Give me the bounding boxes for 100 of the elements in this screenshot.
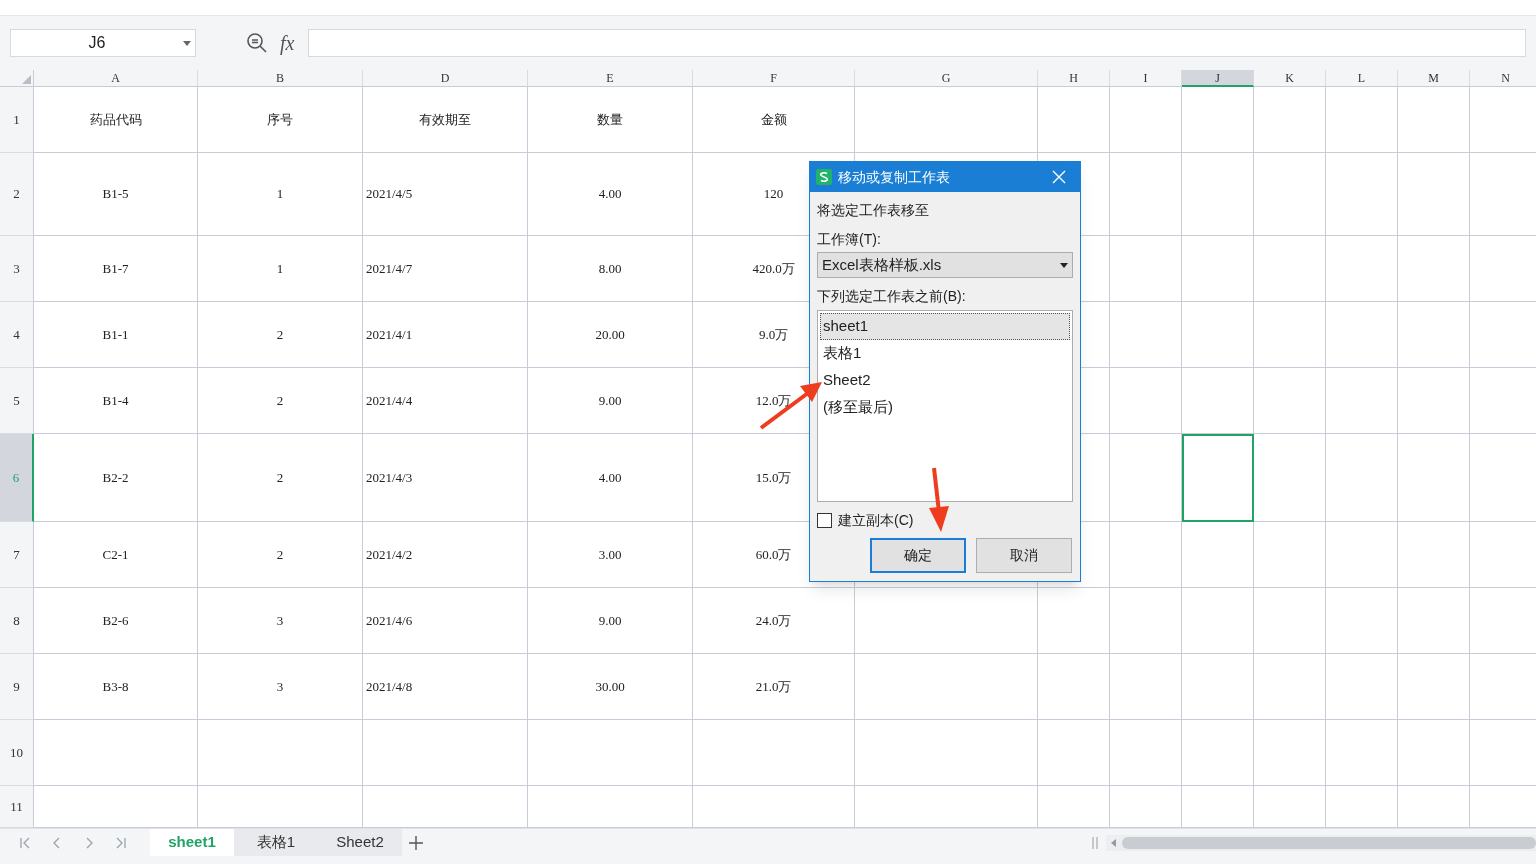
table-cell	[1182, 522, 1254, 588]
table-cell	[1326, 588, 1398, 654]
table-cell: B1-4	[34, 368, 198, 434]
column-header[interactable]: L	[1326, 70, 1398, 87]
column-header[interactable]: J	[1182, 70, 1254, 87]
table-cell: 2021/4/1	[363, 302, 528, 368]
formula-input[interactable]	[308, 29, 1526, 57]
list-item[interactable]: sheet1	[820, 313, 1070, 340]
close-icon[interactable]	[1052, 170, 1066, 184]
table-cell: 20.00	[528, 302, 693, 368]
column-header[interactable]: F	[693, 70, 855, 87]
table-cell: B1-5	[34, 153, 198, 236]
table-cell	[1398, 588, 1470, 654]
table-cell	[1398, 368, 1470, 434]
row-header[interactable]: 11	[0, 786, 34, 828]
function-label[interactable]: fx	[280, 28, 295, 58]
table-cell: B1-1	[34, 302, 198, 368]
table-cell: 2021/4/7	[363, 236, 528, 302]
sheet-tab[interactable]: Sheet2	[318, 829, 402, 856]
table-cell	[1254, 588, 1326, 654]
caret-icon	[1060, 262, 1068, 268]
column-header[interactable]: K	[1254, 70, 1326, 87]
table-cell: 数量	[528, 87, 693, 153]
table-cell	[1254, 522, 1326, 588]
row-header[interactable]: 9	[0, 654, 34, 720]
table-cell	[1110, 302, 1182, 368]
table-cell: 3.00	[528, 522, 693, 588]
table-cell: B2-2	[34, 434, 198, 522]
row-header[interactable]: 7	[0, 522, 34, 588]
table-cell: C2-1	[34, 522, 198, 588]
table-cell: 1	[198, 153, 363, 236]
column-header[interactable]: N	[1470, 70, 1536, 87]
table-cell	[1254, 654, 1326, 720]
cancel-button[interactable]: 取消	[976, 538, 1072, 573]
table-cell	[1326, 302, 1398, 368]
table-cell: 9.00	[528, 368, 693, 434]
table-cell: 有效期至	[363, 87, 528, 153]
table-cell	[1254, 302, 1326, 368]
row-header[interactable]: 1	[0, 87, 34, 153]
sheet-listbox[interactable]: sheet1 表格1 Sheet2 (移至最后)	[817, 310, 1073, 502]
table-cell	[1110, 236, 1182, 302]
table-cell	[1182, 368, 1254, 434]
scroll-left-icon[interactable]	[1110, 838, 1118, 847]
column-header[interactable]: A	[34, 70, 198, 87]
zoom-icon[interactable]	[246, 32, 268, 54]
last-sheet-icon[interactable]	[114, 835, 128, 850]
table-cell: 2	[198, 522, 363, 588]
table-cell	[1398, 720, 1470, 786]
table-cell: 2021/4/6	[363, 588, 528, 654]
name-box[interactable]: J6	[10, 29, 196, 57]
table-cell	[1038, 87, 1110, 153]
table-cell	[1110, 720, 1182, 786]
column-header[interactable]: I	[1110, 70, 1182, 87]
column-header[interactable]: M	[1398, 70, 1470, 87]
table-cell	[1038, 654, 1110, 720]
row-header[interactable]: 10	[0, 720, 34, 786]
table-cell: 2021/4/5	[363, 153, 528, 236]
select-all-corner[interactable]	[0, 70, 34, 87]
table-cell	[1326, 720, 1398, 786]
table-cell	[1398, 302, 1470, 368]
checkbox[interactable]	[817, 513, 832, 528]
table-cell	[1398, 236, 1470, 302]
table-cell	[1110, 654, 1182, 720]
scrollbar-thumb[interactable]	[1122, 836, 1536, 849]
table-cell: 2021/4/8	[363, 654, 528, 720]
row-header[interactable]: 8	[0, 588, 34, 654]
table-cell	[1182, 87, 1254, 153]
ok-button[interactable]: 确定	[870, 538, 966, 573]
column-header[interactable]: E	[528, 70, 693, 87]
table-cell: 9.00	[528, 588, 693, 654]
table-cell: 8.00	[528, 236, 693, 302]
sheet-tab[interactable]: 表格1	[234, 829, 318, 856]
column-header[interactable]: B	[198, 70, 363, 87]
table-cell: B1-7	[34, 236, 198, 302]
table-cell	[1110, 588, 1182, 654]
table-cell: 3	[198, 654, 363, 720]
table-cell	[1038, 588, 1110, 654]
row-header[interactable]: 3	[0, 236, 34, 302]
workbook-dropdown[interactable]: Excel表格样板.xls	[817, 252, 1073, 278]
column-header[interactable]: D	[363, 70, 528, 87]
column-header[interactable]: H	[1038, 70, 1110, 87]
table-cell	[1182, 654, 1254, 720]
annotation-arrow	[926, 466, 952, 534]
table-cell: 2	[198, 368, 363, 434]
row-header[interactable]: 4	[0, 302, 34, 368]
table-cell	[1182, 302, 1254, 368]
row-header[interactable]: 2	[0, 153, 34, 236]
row-header[interactable]: 5	[0, 368, 34, 434]
table-cell	[1110, 87, 1182, 153]
table-cell: 2021/4/2	[363, 522, 528, 588]
horizontal-scrollbar[interactable]	[1106, 834, 1536, 851]
table-cell	[1182, 236, 1254, 302]
table-cell: B2-6	[34, 588, 198, 654]
table-cell	[1038, 720, 1110, 786]
caret-icon	[183, 40, 191, 46]
column-header[interactable]: G	[855, 70, 1038, 87]
first-sheet-icon[interactable]	[18, 835, 32, 850]
add-sheet-icon[interactable]	[408, 834, 424, 851]
splitter-icon[interactable]	[1092, 836, 1098, 849]
table-cell	[1182, 588, 1254, 654]
